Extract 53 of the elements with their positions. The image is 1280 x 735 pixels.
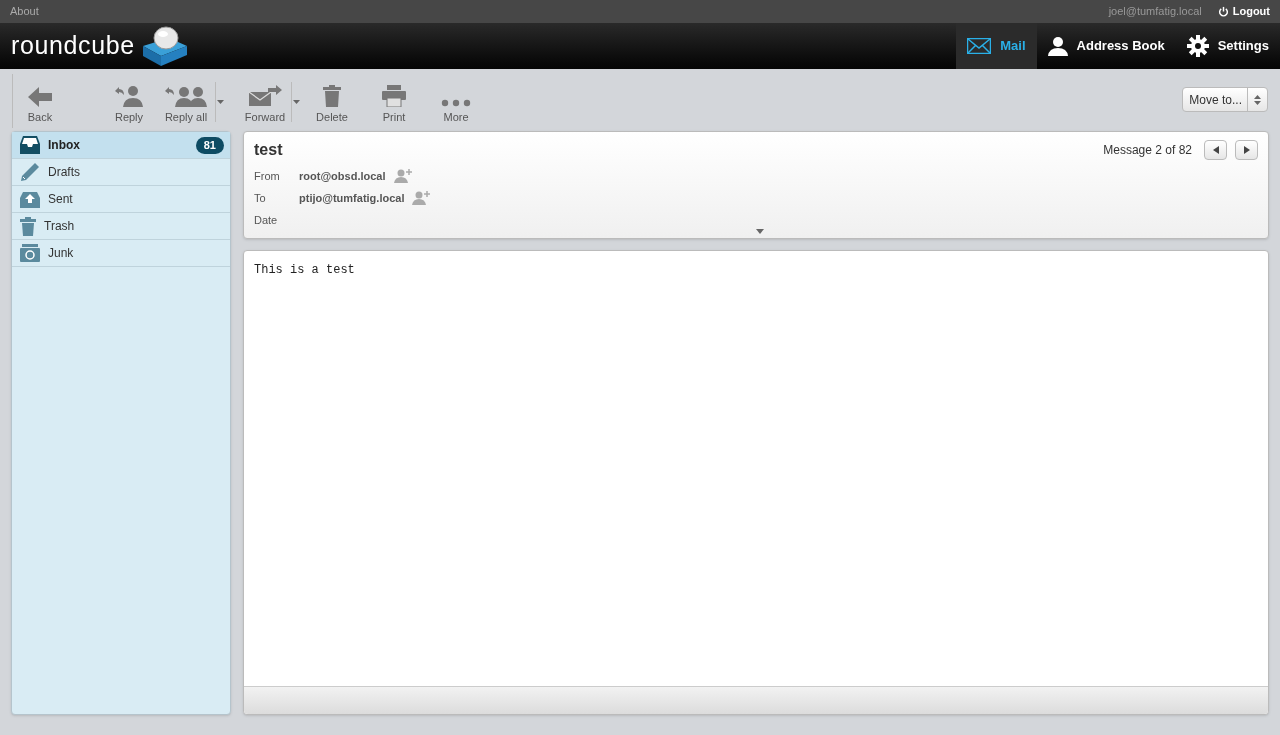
nav-tab[interactable]: Settings: [1175, 23, 1280, 69]
logo-text: roundcube: [11, 30, 135, 62]
back-button[interactable]: Back: [12, 73, 67, 128]
folder-item[interactable]: Drafts: [12, 159, 230, 186]
person-icon: [1047, 36, 1068, 56]
folder-item[interactable]: Junk: [12, 240, 230, 267]
email-address-link[interactable]: ptijo@tumfatig.local: [299, 189, 405, 207]
dots-icon: [441, 99, 471, 107]
next-message-button[interactable]: [1235, 140, 1258, 160]
envelope-icon: [967, 38, 992, 54]
folder-item[interactable]: Sent: [12, 186, 230, 213]
envelope-arrow-icon: [248, 85, 282, 107]
unread-count-badge: 81: [195, 136, 224, 154]
back-arrow-icon: [28, 87, 52, 107]
folder-item[interactable]: Trash: [12, 213, 230, 240]
outbox-tray-icon: [20, 190, 40, 208]
previous-message-button[interactable]: [1204, 140, 1227, 160]
reply-person-icon: [114, 85, 144, 107]
pencil-icon: [20, 162, 40, 182]
expand-headers-icon[interactable]: [756, 229, 764, 234]
folder-item[interactable]: Inbox 81: [12, 132, 230, 159]
message-body-text: This is a test: [254, 262, 356, 279]
toolbar-button[interactable]: Reply all: [157, 73, 225, 128]
left-triangle-icon: [1212, 146, 1219, 154]
printer-icon: [382, 85, 406, 107]
right-triangle-icon: [1243, 146, 1250, 154]
settings-icon: [1186, 35, 1209, 57]
trash-icon: [323, 85, 341, 107]
user-email: joel@tumfatig.local: [1108, 4, 1202, 20]
about-link[interactable]: About: [10, 3, 39, 20]
move-to-select[interactable]: Move to...: [1182, 87, 1268, 112]
trash-icon: [20, 216, 36, 236]
toolbar-button[interactable]: Print: [363, 73, 425, 128]
header-label: Date: [254, 212, 279, 228]
toolbar-button[interactable]: More: [425, 73, 487, 128]
up-down-caret-icon: [1254, 94, 1261, 105]
header-label: To: [254, 190, 267, 206]
toolbar-button[interactable]: Delete: [301, 73, 363, 128]
toolbar-button[interactable]: Reply: [101, 73, 157, 128]
message-subject: test: [254, 140, 283, 160]
power-icon: [1217, 6, 1229, 17]
reply-people-icon: [164, 85, 208, 107]
recycle-box-icon: [20, 244, 40, 262]
message-counter: Message 2 of 82: [1103, 142, 1192, 159]
logout-button[interactable]: Logout: [1217, 3, 1270, 20]
nav-tab[interactable]: Address Book: [1036, 23, 1176, 69]
nav-tab[interactable]: Mail: [956, 23, 1037, 69]
caret-icon: [293, 99, 300, 104]
toolbar-button[interactable]: Forward: [239, 73, 301, 128]
caret-icon: [217, 99, 224, 104]
inbox-tray-icon: [20, 136, 40, 154]
email-address-link[interactable]: root@obsd.local: [299, 167, 386, 185]
header-label: From: [254, 168, 281, 184]
